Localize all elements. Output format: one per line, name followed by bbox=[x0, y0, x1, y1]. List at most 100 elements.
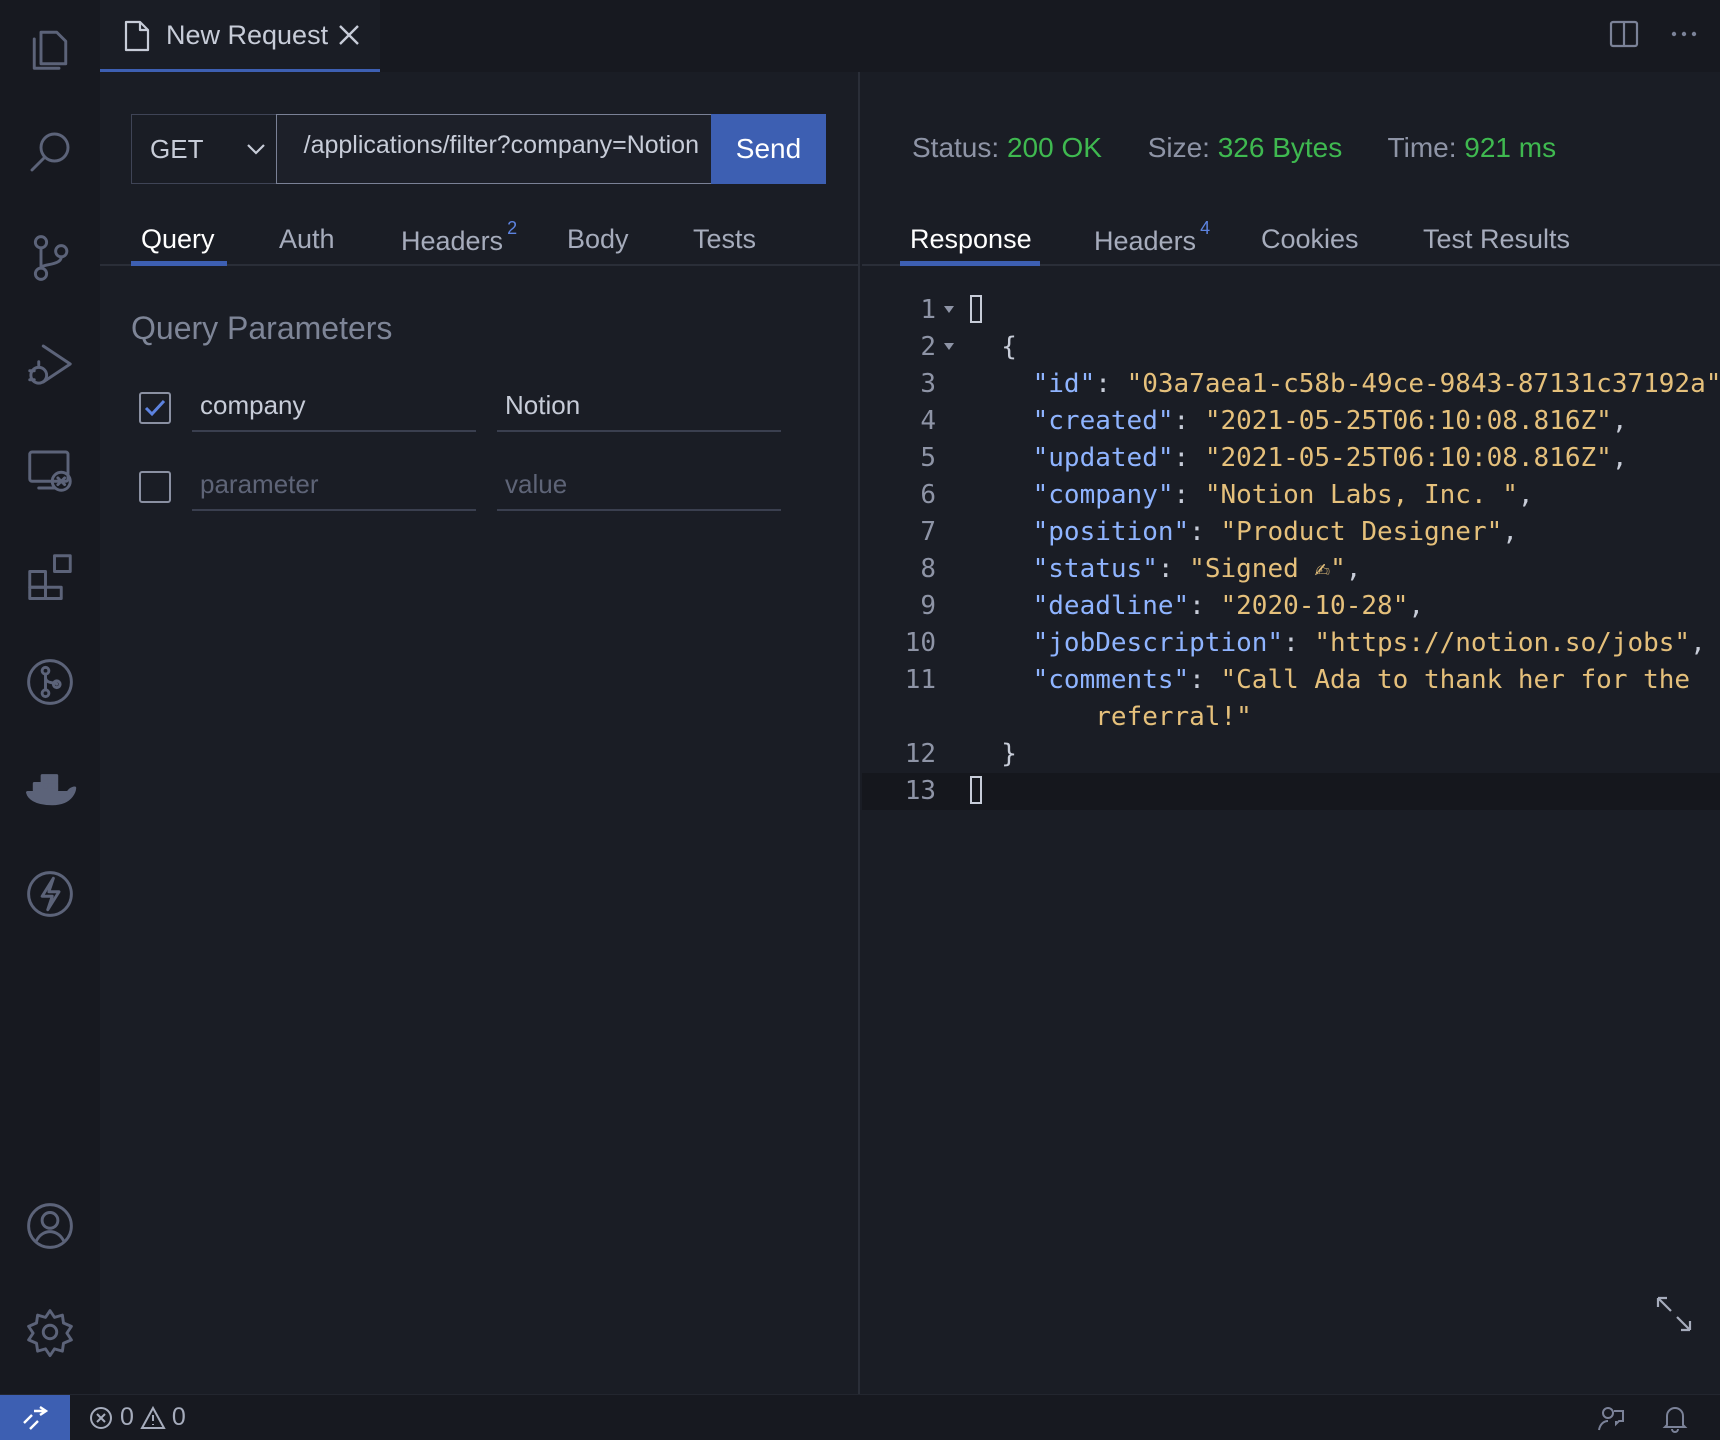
json-value-status: Signed ✍ bbox=[1204, 554, 1331, 584]
query-parameters-heading: Query Parameters bbox=[131, 310, 393, 346]
time-stat: Time: 921 ms bbox=[1388, 132, 1557, 163]
tab-label: Headers bbox=[401, 226, 504, 256]
tab-label: Body bbox=[567, 224, 629, 254]
url-value: /applications/filter?company=Notion bbox=[303, 131, 699, 159]
method-select[interactable]: GET bbox=[131, 114, 277, 184]
problems-indicator[interactable]: 0 0 bbox=[88, 1403, 186, 1432]
param-enabled-checkbox[interactable] bbox=[139, 392, 171, 424]
json-value-comments-cont: referral! bbox=[1095, 702, 1237, 732]
code-line-current: 13 bbox=[862, 773, 1720, 810]
tab-response-headers[interactable]: Headers 4 bbox=[1094, 218, 1210, 257]
code-line: 3 "id": "03a7aea1-c58b-49ce-9843-87131c3… bbox=[920, 369, 1720, 399]
source-control-icon[interactable] bbox=[20, 228, 80, 288]
settings-gear-icon[interactable] bbox=[20, 1302, 80, 1362]
json-value-updated: 2021-05-25T06:10:08.816Z bbox=[1220, 443, 1597, 473]
tab-body[interactable]: Body bbox=[567, 224, 629, 255]
status-label: Status: bbox=[912, 132, 1000, 163]
tab-label: Response bbox=[910, 224, 1032, 254]
fold-arrow-icon[interactable] bbox=[944, 343, 954, 350]
headers-count-badge: 4 bbox=[1200, 218, 1211, 238]
remote-explorer-icon[interactable] bbox=[20, 440, 80, 500]
new-param-value-input[interactable]: value bbox=[497, 459, 781, 511]
tab-label: Cookies bbox=[1261, 224, 1359, 254]
error-count: 0 bbox=[120, 1403, 134, 1431]
code-line: 12 } bbox=[904, 739, 1017, 769]
tab-label: Headers bbox=[1094, 226, 1197, 256]
status-stat: Status: 200 OK bbox=[912, 132, 1102, 163]
code-line: 10 "jobDescription": "https://notion.so/… bbox=[904, 628, 1706, 658]
request-panel: GET /applications/filter?company=Notion … bbox=[100, 72, 860, 1394]
code-line: 6 "company": "Notion Labs, Inc. ", bbox=[920, 480, 1534, 510]
param-name-input[interactable]: company bbox=[192, 380, 476, 432]
method-value: GET bbox=[150, 133, 204, 164]
json-value-comments: Call Ada to thank her for the bbox=[1236, 665, 1691, 695]
param-value-input[interactable]: Notion bbox=[497, 380, 781, 432]
chevron-down-icon bbox=[247, 144, 265, 155]
json-value-job-description: https://notion.so/jobs bbox=[1330, 628, 1675, 658]
code-line: 4 "created": "2021-05-25T06:10:08.816Z", bbox=[920, 406, 1628, 436]
code-line-wrapped: referral!" bbox=[1095, 702, 1252, 732]
tab-query[interactable]: Query bbox=[141, 224, 215, 255]
thunder-client-icon[interactable] bbox=[20, 864, 80, 924]
explorer-icon[interactable] bbox=[20, 18, 80, 78]
active-tab-indicator bbox=[900, 261, 1040, 266]
json-value-created: 2021-05-25T06:10:08.816Z bbox=[1220, 406, 1597, 436]
size-value: 326 Bytes bbox=[1217, 132, 1343, 163]
code-line: 8 "status": "Signed ✍", bbox=[920, 554, 1362, 584]
warning-icon bbox=[140, 1405, 166, 1429]
tab-auth[interactable]: Auth bbox=[279, 224, 335, 255]
code-line: 11 "comments": "Call Ada to thank her fo… bbox=[904, 665, 1691, 695]
run-debug-icon[interactable] bbox=[20, 334, 80, 394]
json-value-id: 03a7aea1-c58b-49ce-9843-87131c37192a bbox=[1142, 369, 1706, 399]
status-bar: 0 0 bbox=[0, 1394, 1720, 1440]
time-label: Time: bbox=[1387, 132, 1457, 163]
url-input[interactable]: /applications/filter?company=Notion bbox=[276, 114, 712, 184]
tab-response[interactable]: Response bbox=[910, 224, 1032, 255]
tab-tests[interactable]: Tests bbox=[693, 224, 756, 255]
response-stats: Status: 200 OK Size: 326 Bytes Time: 921… bbox=[912, 132, 1594, 164]
tab-headers[interactable]: Headers 2 bbox=[401, 218, 517, 257]
query-param-row: company Notion bbox=[100, 372, 860, 442]
json-value-deadline: 2020-10-28 bbox=[1236, 591, 1393, 621]
tab-label: Test Results bbox=[1423, 224, 1571, 254]
new-param-name-input[interactable]: parameter bbox=[192, 459, 476, 511]
tab-title: New Request bbox=[166, 20, 329, 50]
activity-bar bbox=[0, 0, 100, 1394]
close-icon[interactable] bbox=[336, 22, 362, 48]
split-editor-icon[interactable] bbox=[1608, 18, 1640, 55]
extensions-icon[interactable] bbox=[20, 546, 80, 606]
code-line: 2 { bbox=[920, 332, 1017, 362]
tab-cookies[interactable]: Cookies bbox=[1261, 224, 1359, 255]
size-label: Size: bbox=[1147, 132, 1210, 163]
remote-indicator[interactable] bbox=[0, 1395, 70, 1440]
tab-label: Query bbox=[141, 224, 215, 254]
git-graph-icon[interactable] bbox=[20, 652, 80, 712]
code-line: 5 "updated": "2021-05-25T06:10:08.816Z", bbox=[920, 443, 1628, 473]
headers-count-badge: 2 bbox=[507, 218, 518, 238]
code-line: 9 "deadline": "2020-10-28", bbox=[920, 591, 1424, 621]
status-value: 200 OK bbox=[1006, 132, 1102, 163]
send-button[interactable]: Send bbox=[711, 114, 826, 184]
expand-icon[interactable] bbox=[1654, 1294, 1694, 1334]
code-line: 7 "position": "Product Designer", bbox=[920, 517, 1518, 547]
json-value-company: Notion Labs, Inc. bbox=[1220, 480, 1503, 510]
search-icon[interactable] bbox=[20, 122, 80, 182]
param-enabled-checkbox[interactable] bbox=[139, 471, 171, 503]
tab-label: Auth bbox=[279, 224, 335, 254]
docker-icon[interactable] bbox=[20, 758, 80, 818]
more-actions-icon[interactable] bbox=[1668, 18, 1700, 55]
notifications-bell-icon[interactable] bbox=[1660, 1403, 1690, 1438]
account-icon[interactable] bbox=[20, 1196, 80, 1256]
remote-icon bbox=[23, 1406, 49, 1430]
response-panel: Status: 200 OK Size: 326 Bytes Time: 921… bbox=[862, 72, 1720, 1394]
response-body-editor[interactable]: 1 2 { 3 "id": "03a7aea1-c58b-49ce-9843-8… bbox=[862, 292, 1720, 810]
feedback-icon[interactable] bbox=[1596, 1403, 1626, 1438]
tab-test-results[interactable]: Test Results bbox=[1423, 224, 1570, 255]
bracket-match-highlight bbox=[970, 294, 982, 323]
checkmark-icon bbox=[144, 399, 166, 417]
fold-arrow-icon[interactable] bbox=[944, 306, 954, 313]
time-value: 921 ms bbox=[1464, 132, 1557, 163]
new-param-row: parameter value bbox=[100, 451, 860, 521]
error-icon bbox=[90, 1406, 112, 1429]
editor-tab-new-request[interactable]: New Request bbox=[100, 0, 380, 72]
